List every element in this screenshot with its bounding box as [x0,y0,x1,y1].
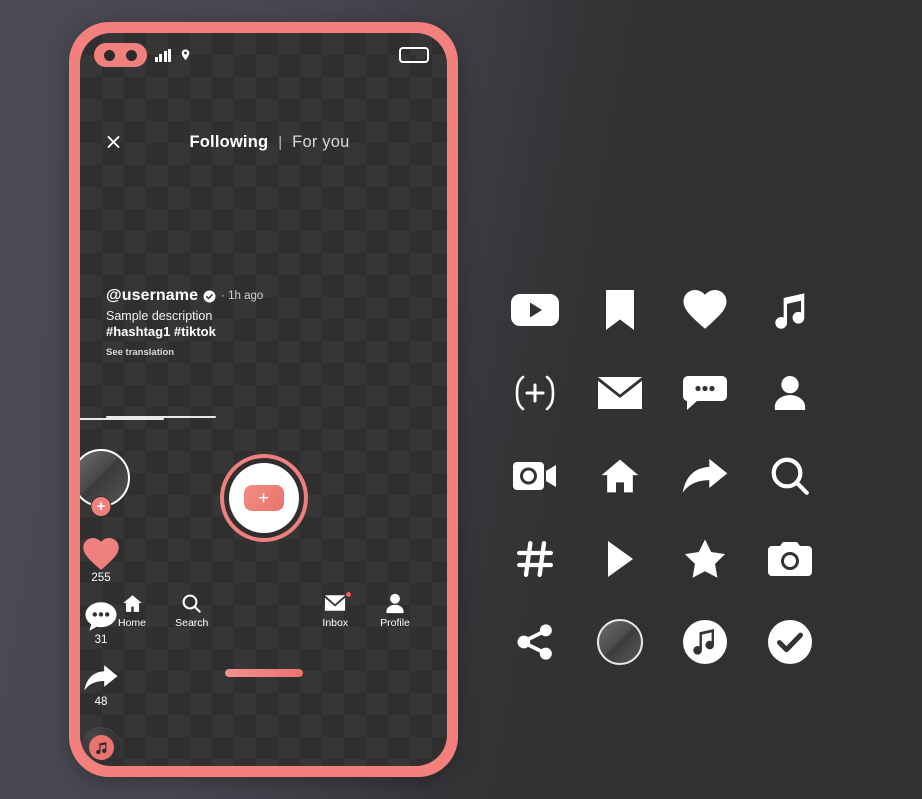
like-action[interactable]: 255 [83,537,119,584]
nav-label-home: Home [117,617,146,629]
heart-icon [83,537,119,571]
verified-badge-icon [203,290,216,302]
nav-label-inbox: Inbox [322,617,349,629]
star-icon[interactable] [675,529,735,589]
nav-divider-right [80,418,164,420]
chat-bubble-icon[interactable] [675,363,735,423]
phone-mockup: Following | For you + 255 31 48 @usernam… [69,22,458,777]
avatar-circle-shape [596,618,643,665]
video-camera-icon[interactable] [505,446,565,506]
bottom-navigation: Home Search Inbox Profile [80,586,447,664]
add-brackets-icon[interactable] [505,363,565,423]
nav-item-home[interactable]: Home [104,592,160,629]
battery-level [416,51,425,59]
see-translation-link[interactable]: See translation [106,347,336,358]
nav-item-search[interactable]: Search [164,592,220,629]
dual-camera-pill-icon [94,43,147,67]
feed-header: Following | For you [80,121,447,163]
share-action[interactable]: 48 [83,661,119,708]
video-play-icon[interactable] [505,280,565,340]
creator-avatar[interactable]: + [80,449,130,517]
camera-lens-dot-2 [125,49,137,61]
share-nodes-icon[interactable] [505,612,565,672]
avatar-circle-icon[interactable] [590,612,650,672]
feed-tabs: Following | For you [189,133,349,152]
share-arrow-icon[interactable] [675,446,735,506]
hashtag-icon[interactable] [505,529,565,589]
tab-separator: | [278,133,283,151]
inbox-envelope-icon [324,592,346,614]
tab-following[interactable]: Following [189,133,268,152]
search-icon[interactable] [760,446,820,506]
plus-icon: + [243,485,284,511]
caption-author-row: @username · 1h ago [106,287,336,305]
music-disc-button[interactable] [81,727,121,766]
caption-hashtags[interactable]: #hashtag1 #tiktok [106,324,336,339]
nav-label-profile: Profile [380,617,410,629]
username-label[interactable]: @username [106,287,198,305]
play-triangle-icon[interactable] [590,529,650,589]
check-circle-icon[interactable] [760,612,820,672]
nav-label-search: Search [175,617,209,629]
home-icon [122,592,143,614]
envelope-icon[interactable] [590,363,650,423]
like-count: 255 [91,572,111,584]
create-video-button[interactable]: + [219,454,308,542]
status-bar [80,33,447,77]
caption-description: Sample description [106,309,213,323]
location-pin-icon [181,49,190,61]
camera-icon[interactable] [760,529,820,589]
camera-lens-dot-1 [104,49,116,61]
phone-screen: Following | For you + 255 31 48 @usernam… [80,33,447,766]
music-note-icon[interactable] [760,280,820,340]
follow-plus-badge[interactable]: + [90,496,112,517]
music-disc-icon[interactable] [675,612,735,672]
person-icon[interactable] [760,363,820,423]
battery-icon [399,47,429,63]
music-note-icon [88,734,114,760]
inbox-unread-badge [345,591,353,598]
create-button-inner: + [228,463,299,533]
home-indicator-bar [224,669,303,677]
status-bar-left [94,43,192,67]
signal-bars-icon [155,48,171,62]
profile-person-icon [385,592,405,614]
icon-grid [492,268,832,683]
nav-item-profile[interactable]: Profile [367,592,423,629]
bookmark-icon[interactable] [590,280,650,340]
share-count: 48 [94,696,108,708]
tab-for-you[interactable]: For you [292,133,349,152]
timestamp-label: · 1h ago [221,290,264,302]
video-caption: @username · 1h ago Sample description #h… [106,287,336,358]
heart-icon[interactable] [675,280,735,340]
nav-item-inbox[interactable]: Inbox [307,591,363,629]
screenshot-canvas: Following | For you + 255 31 48 @usernam… [0,0,922,799]
share-arrow-icon [83,661,119,695]
search-icon [181,592,202,614]
home-icon[interactable] [590,446,650,506]
close-x-icon[interactable] [106,135,121,150]
